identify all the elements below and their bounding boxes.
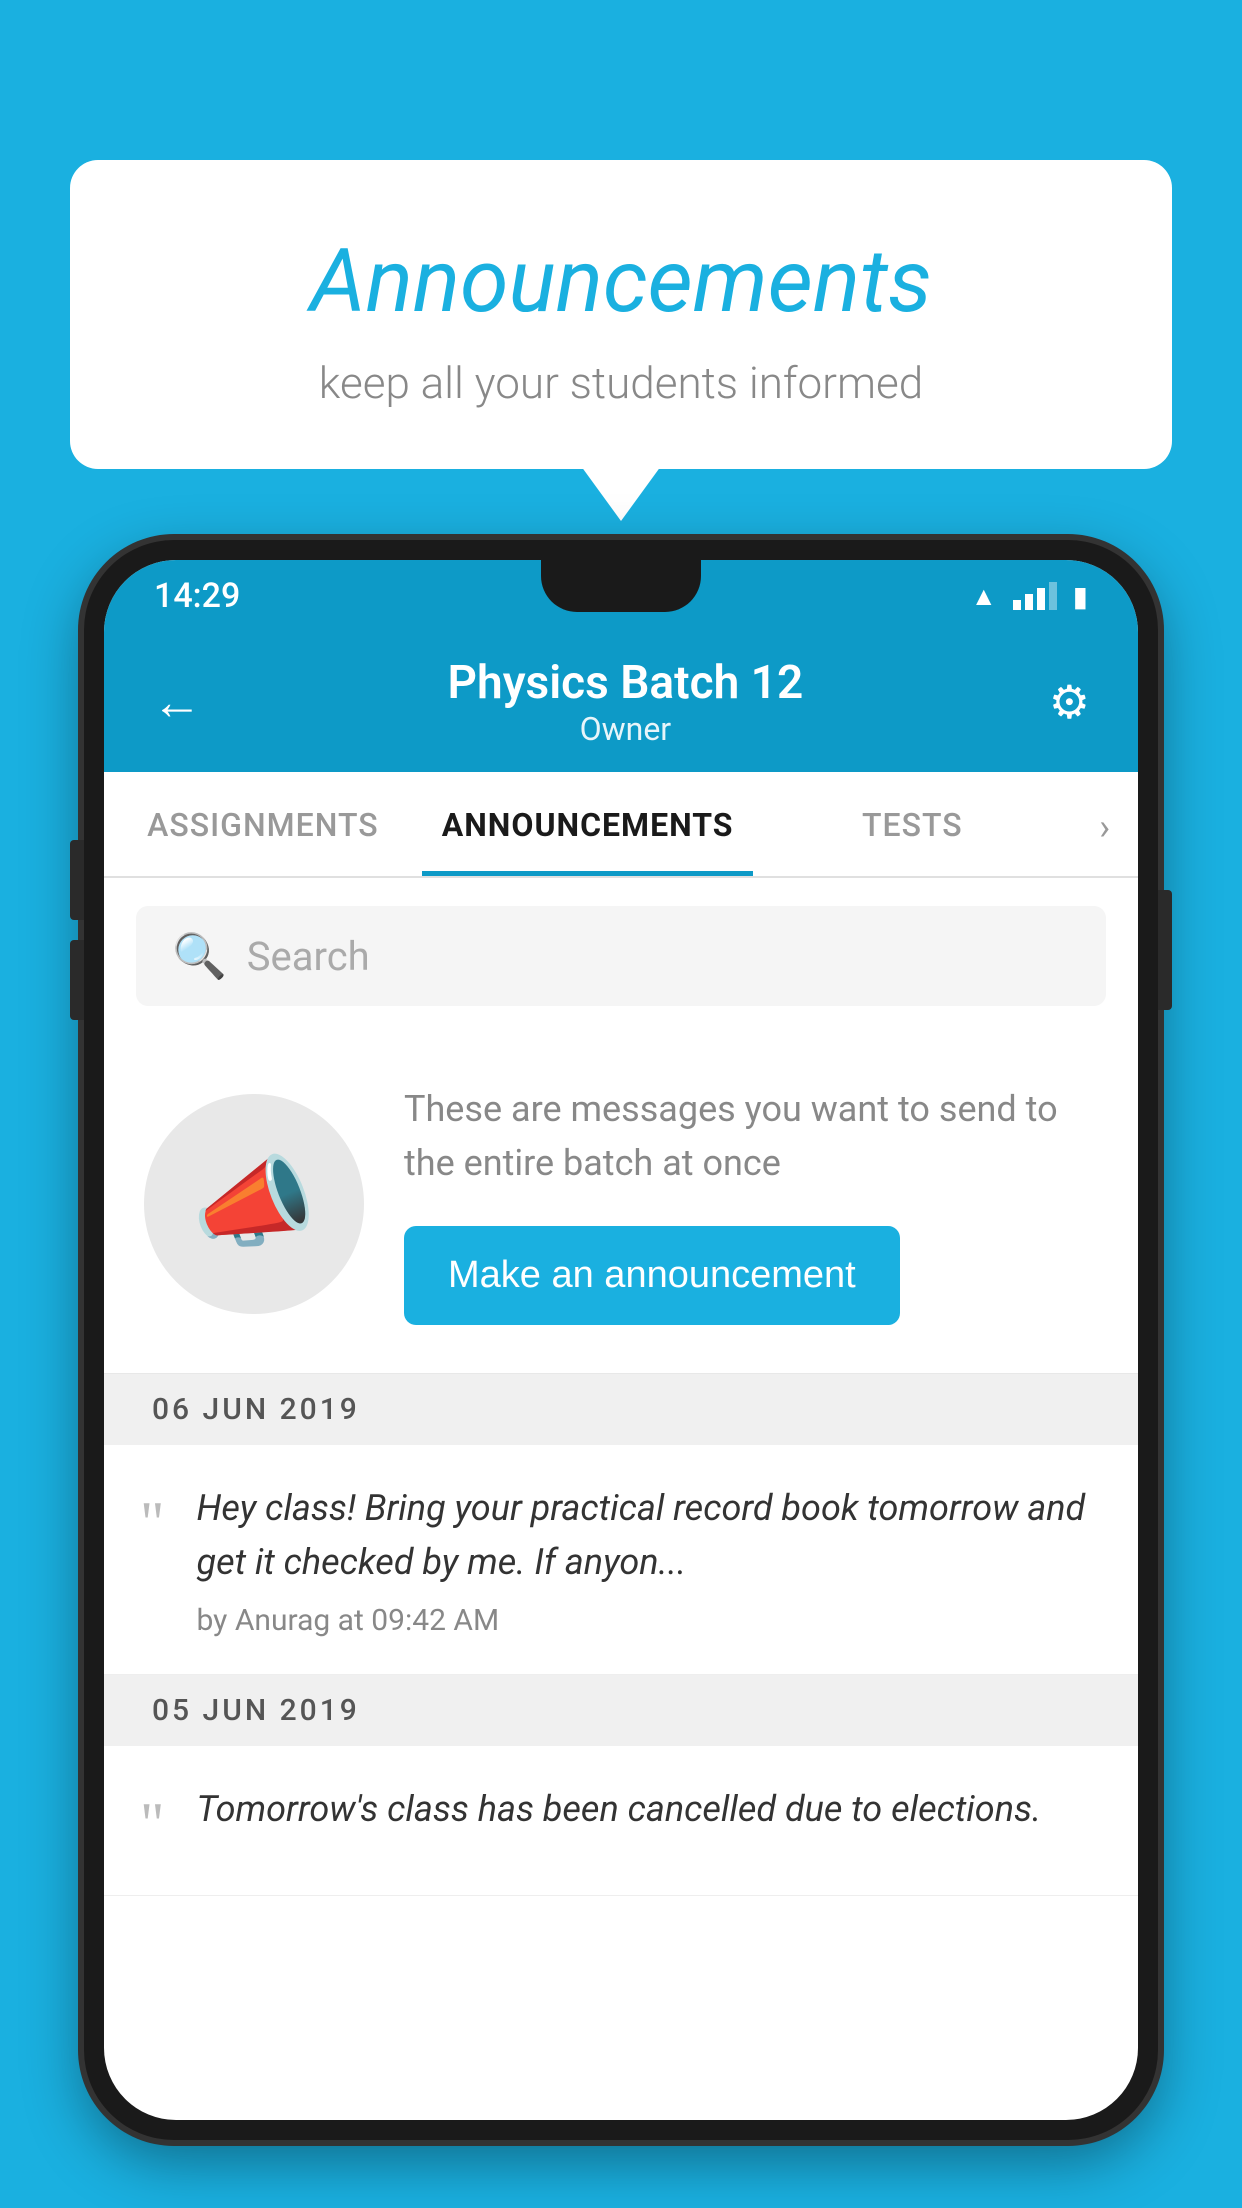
wifi-icon xyxy=(971,581,997,612)
phone-mockup: 14:29 ▮ ← Physics Batch 12 O xyxy=(84,540,1158,2208)
announcement-item[interactable]: " Hey class! Bring your practical record… xyxy=(104,1445,1138,1675)
status-time: 14:29 xyxy=(154,576,240,616)
tab-tests[interactable]: TESTS xyxy=(753,772,1071,876)
header-title: Physics Batch 12 xyxy=(448,656,804,710)
signal-icon xyxy=(1013,582,1057,610)
phone-screen: 14:29 ▮ ← Physics Batch 12 O xyxy=(104,560,1138,2120)
quote-icon-2: " xyxy=(140,1790,165,1859)
header-subtitle: Owner xyxy=(448,710,804,748)
announcement-text-2: Tomorrow's class has been cancelled due … xyxy=(197,1782,1095,1836)
tab-announcements[interactable]: ANNOUNCEMENTS xyxy=(422,772,754,876)
battery-icon: ▮ xyxy=(1073,580,1088,613)
announcement-content-2: Tomorrow's class has been cancelled due … xyxy=(197,1782,1095,1850)
search-bar[interactable]: 🔍 Search xyxy=(136,906,1106,1006)
date-separator-june5: 05 JUN 2019 xyxy=(104,1675,1138,1746)
announcement-content: Hey class! Bring your practical record b… xyxy=(197,1481,1095,1638)
megaphone-icon: 📣 xyxy=(192,1145,317,1262)
tab-assignments[interactable]: ASSIGNMENTS xyxy=(104,772,422,876)
search-icon: 🔍 xyxy=(172,930,227,982)
app-header: ← Physics Batch 12 Owner ⚙ xyxy=(104,632,1138,772)
status-icons: ▮ xyxy=(971,580,1088,613)
header-center: Physics Batch 12 Owner xyxy=(448,656,804,748)
speech-bubble-subtitle: keep all your students informed xyxy=(150,357,1092,409)
status-bar: 14:29 ▮ xyxy=(104,560,1138,632)
make-announcement-button[interactable]: Make an announcement xyxy=(404,1226,900,1325)
tab-more-icon[interactable]: › xyxy=(1071,772,1138,876)
date-separator-june6: 06 JUN 2019 xyxy=(104,1374,1138,1445)
empty-state: 📣 These are messages you want to send to… xyxy=(104,1034,1138,1374)
phone-outer: 14:29 ▮ ← Physics Batch 12 O xyxy=(84,540,1158,2140)
speech-bubble-title: Announcements xyxy=(150,230,1092,333)
signal-bar-1 xyxy=(1013,600,1021,610)
announcement-illustration: 📣 xyxy=(144,1094,364,1314)
announcement-item-2[interactable]: " Tomorrow's class has been cancelled du… xyxy=(104,1746,1138,1896)
search-placeholder: Search xyxy=(247,933,370,980)
signal-bar-3 xyxy=(1037,588,1045,610)
signal-bar-2 xyxy=(1025,594,1033,610)
empty-state-description: These are messages you want to send to t… xyxy=(404,1082,1098,1190)
empty-state-content: These are messages you want to send to t… xyxy=(404,1082,1098,1325)
volume-down-button xyxy=(70,940,84,1020)
announcement-meta: by Anurag at 09:42 AM xyxy=(197,1603,1095,1638)
settings-icon[interactable]: ⚙ xyxy=(1049,675,1090,730)
speech-bubble: Announcements keep all your students inf… xyxy=(70,160,1172,469)
signal-bar-4 xyxy=(1049,582,1057,610)
back-button[interactable]: ← xyxy=(152,673,202,732)
search-container: 🔍 Search xyxy=(104,878,1138,1034)
announcement-text: Hey class! Bring your practical record b… xyxy=(197,1481,1095,1589)
tab-bar: ASSIGNMENTS ANNOUNCEMENTS TESTS › xyxy=(104,772,1138,878)
power-button xyxy=(1158,890,1172,1010)
speech-bubble-section: Announcements keep all your students inf… xyxy=(70,160,1172,469)
volume-up-button xyxy=(70,840,84,920)
notch xyxy=(541,560,701,612)
quote-icon: " xyxy=(140,1489,165,1558)
